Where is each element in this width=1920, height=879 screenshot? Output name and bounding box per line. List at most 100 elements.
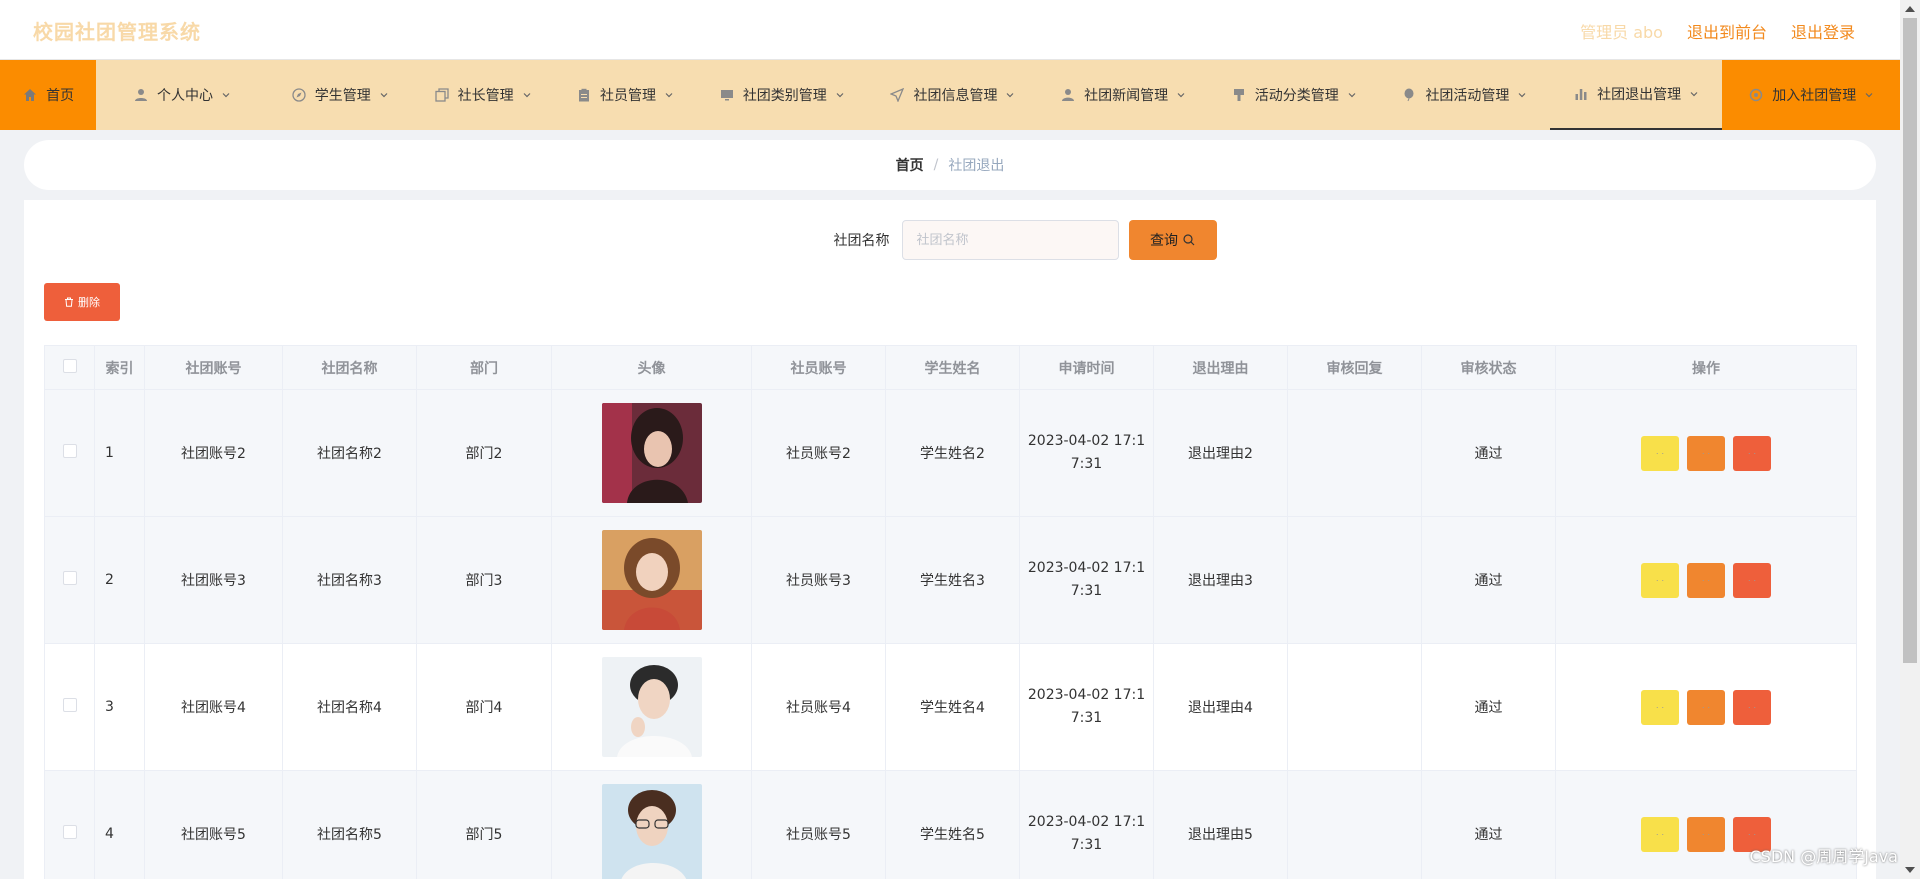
bulk-delete-button[interactable]: 删除 [44,283,120,321]
review-reply-cell [1287,643,1422,771]
student-name-cell: 学生姓名3 [885,516,1020,644]
nav-item-president-management[interactable]: 社长管理 [412,60,554,130]
nav-item-home[interactable]: 首页 [0,60,97,130]
row-checkbox[interactable] [62,825,77,839]
actions-cell: · · · · · · [1555,389,1857,517]
nav-item-club-news[interactable]: 社团新闻管理 [1038,60,1209,130]
row-checkbox[interactable] [62,444,77,458]
nav-label: 社团活动管理 [1425,88,1510,104]
exit-to-front-link[interactable]: 退出到前台 [1687,19,1767,43]
nav-label: 活动分类管理 [1254,88,1339,104]
header-actions: 管理员 abo 退出到前台 退出登录 [1580,19,1855,43]
breadcrumb-home[interactable]: 首页 [896,155,924,175]
scrollbar-thumb[interactable] [1903,18,1917,663]
chevron-down-icon [1690,92,1698,97]
view-button[interactable]: · · [1641,816,1679,852]
avatar [601,403,702,503]
apply-time-cell: 2023-04-02 17:1 7:31 [1019,770,1154,879]
column-header: 退出理由 [1153,345,1288,390]
row-checkbox[interactable] [62,571,77,585]
select-all-cell [44,345,95,390]
logout-link[interactable]: 退出登录 [1791,19,1855,43]
actions-cell: · · · · · · [1555,516,1857,644]
avatar [601,530,702,630]
user-icon [133,87,149,103]
nav-item-club-category[interactable]: 社团类别管理 [696,60,867,130]
trash-icon [65,297,73,307]
member-account-cell: 社员账号2 [751,389,886,517]
delete-row-button[interactable]: · · [1733,435,1771,471]
view-button[interactable]: · · [1641,435,1679,471]
apply-time-cell: 2023-04-02 17:1 7:31 [1019,389,1154,517]
copy-icon [434,87,450,103]
scroll-down-arrow-icon[interactable] [1905,867,1915,873]
row-checkbox[interactable] [62,698,77,712]
nav-item-club-exit[interactable]: 社团退出管理 [1549,60,1723,130]
review-reply-cell [1287,389,1422,517]
balloon-icon [1401,87,1417,103]
nav-item-student-management[interactable]: 学生管理 [268,60,412,130]
member-account-cell: 社员账号5 [751,770,886,879]
breadcrumb-current: 社团退出 [948,158,1005,174]
nav-label: 个人中心 [157,88,214,104]
chevron-down-icon [222,93,230,98]
club-account-cell: 社团账号3 [144,516,283,644]
edit-button[interactable]: · · [1687,562,1725,598]
nav-item-personal-center[interactable]: 个人中心 [96,60,268,130]
nav-label: 社团新闻管理 [1084,88,1169,104]
apply-time-cell: 2023-04-02 17:1 7:31 [1019,643,1154,771]
student-name-cell: 学生姓名5 [885,770,1020,879]
edit-button[interactable]: · · [1687,689,1725,725]
search-input[interactable] [901,220,1119,260]
edit-button[interactable]: · · [1687,816,1725,852]
select-all-checkbox[interactable] [62,358,77,373]
watermark: CSDN @周周学Java [1749,847,1898,866]
delete-row-button[interactable]: · · [1733,562,1771,598]
exit-records-table: 索引 社团账号 社团名称 部门 头像 社员账号 学生姓名 申请时间 退出理由 审… [44,345,1857,879]
table-row: 4 社团账号5 社团名称5 部门5 社员账号5 学生姓名5 2023-04-02… [44,770,1857,879]
nav-label: 学生管理 [314,88,371,104]
compass-icon [291,87,307,103]
dept-cell: 部门3 [416,516,552,644]
club-name-cell: 社团名称3 [282,516,417,644]
nav-label: 社长管理 [457,88,514,104]
column-header: 社员账号 [751,345,886,390]
content-card: 社团名称 查询 删除 索引 社团账号 社团名称 部门 头像 社员账号 学生姓名 … [24,200,1876,879]
delete-row-button[interactable]: · · [1733,689,1771,725]
avatar-cell [551,643,752,771]
settings-icon [1748,87,1764,103]
clipboard-icon [576,87,592,103]
index-cell: 1 [94,389,145,517]
club-account-cell: 社团账号2 [144,389,283,517]
nav-item-activity-category[interactable]: 活动分类管理 [1208,60,1379,130]
scroll-up-arrow-icon[interactable] [1905,6,1915,12]
club-name-cell: 社团名称4 [282,643,417,771]
column-header: 索引 [94,345,145,390]
dept-cell: 部门4 [416,643,552,771]
vertical-scrollbar[interactable] [1900,0,1920,879]
column-header: 社团名称 [282,345,417,390]
table-row: 2 社团账号3 社团名称3 部门3 社员账号3 学生姓名3 2023-04-02… [44,516,1857,644]
search-button[interactable]: 查询 [1128,220,1217,260]
review-status-cell: 通过 [1421,770,1556,879]
club-name-cell: 社团名称5 [282,770,417,879]
send-icon [889,87,905,103]
nav-item-club-info[interactable]: 社团信息管理 [867,60,1038,130]
index-cell: 4 [94,770,145,879]
nav-item-member-management[interactable]: 社员管理 [554,60,697,130]
view-button[interactable]: · · [1641,562,1679,598]
review-reply-cell [1287,516,1422,644]
chevron-down-icon [1177,93,1185,98]
nav-item-join-club[interactable]: 加入社团管理 [1722,60,1900,130]
table-header-row: 索引 社团账号 社团名称 部门 头像 社员账号 学生姓名 申请时间 退出理由 审… [44,345,1857,390]
nav-label: 社团信息管理 [913,88,998,104]
edit-button[interactable]: · · [1687,435,1725,471]
avatar-cell [551,770,752,879]
chevron-down-icon [665,93,673,98]
club-name-cell: 社团名称2 [282,389,417,517]
nav-item-club-activity[interactable]: 社团活动管理 [1379,60,1550,130]
apply-time-line2: 7:31 [1070,456,1103,472]
review-status-cell: 通过 [1421,389,1556,517]
view-button[interactable]: · · [1641,689,1679,725]
avatar [601,784,702,879]
